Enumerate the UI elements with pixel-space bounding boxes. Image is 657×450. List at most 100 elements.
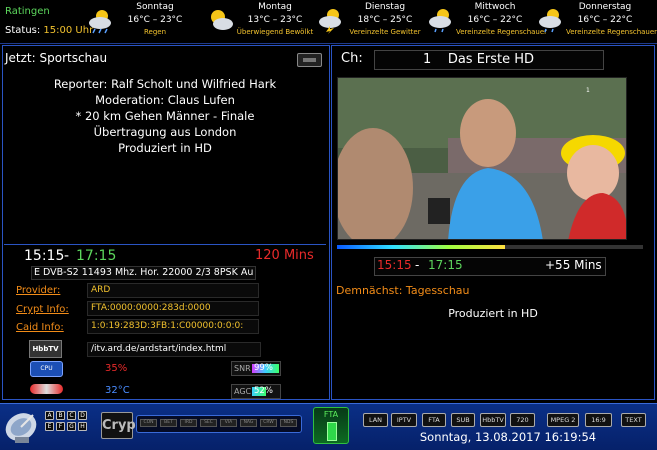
resolution-badge: 720: [510, 413, 535, 427]
forecast-desc: Vereinzelte Gewitter: [349, 28, 421, 36]
agc-label: AGC: [234, 387, 252, 396]
hbbtv-url: /itv.ard.de/ardstart/index.html: [87, 342, 261, 357]
ca-letter-f: F: [56, 422, 65, 431]
event-time-dash: -: [64, 248, 70, 264]
next-end-time: 17:15: [428, 258, 463, 272]
hbbtv-icon: HbbTV: [29, 340, 62, 358]
partly-cloudy-icon: [211, 10, 233, 30]
video-frame: 1: [338, 78, 626, 239]
event-progress-fill: [337, 245, 506, 249]
description-line: Moderation: Claus Lufen: [95, 93, 235, 107]
description-line: Reporter: Ralf Scholt und Wilfried Hark: [53, 77, 277, 91]
ca-system: NDS: [280, 419, 297, 427]
thermometer-icon: [30, 384, 63, 394]
shower-cloud-icon: [539, 9, 561, 33]
mpeg-badge: MPEG 2: [547, 413, 579, 427]
agc-meter: AGC 52%: [231, 384, 281, 399]
snr-label: SNR: [234, 364, 251, 373]
ca-letter-b: B: [56, 411, 65, 420]
forecast-day-name: Mittwoch: [474, 2, 516, 12]
ca-system: CRW: [260, 419, 277, 427]
record-icon[interactable]: [297, 53, 322, 67]
forecast-temp: 18°C – 25°C: [357, 15, 413, 25]
date-time: Sonntag, 13.08.2017 16:19:54: [419, 430, 597, 444]
now-playing-title: Jetzt: Sportschau: [5, 51, 108, 65]
divider: [4, 244, 326, 245]
transponder-info: E DVB-S2 11493 Mhz. Hor. 22000 2/3 8PSK …: [31, 266, 256, 280]
ca-letter-d: D: [78, 411, 87, 420]
ca-system: IRD: [180, 419, 197, 427]
ca-letter-g: G: [67, 422, 76, 431]
satellite-dish-icon: [5, 413, 37, 443]
provider-value: ARD: [87, 283, 259, 298]
fta-indicator: FTA: [313, 407, 349, 444]
event-start-time: 15:15: [24, 248, 65, 264]
forecast-desc: Vereinzelte Regenschauer: [456, 28, 548, 36]
cpu-usage: 35%: [105, 363, 128, 374]
crypt-info-value: FTA:0000:0000:283d:0000: [87, 301, 259, 316]
next-start-time: 15:15: [377, 258, 412, 272]
thunder-cloud-icon: [319, 9, 341, 34]
ca-letter-h: H: [78, 422, 87, 431]
coming-next-title: Demnächst: Tagesschau: [336, 284, 470, 297]
ca-system: CON: [140, 419, 157, 427]
weather-status: Status: 15:00 Uhr: [5, 25, 93, 36]
channel-name-box[interactable]: 1 Das Erste HD: [374, 50, 604, 70]
rain-cloud-icon: [89, 10, 111, 34]
forecast-temp: 16°C – 23°C: [127, 15, 183, 25]
remaining-time: +55 Mins: [545, 258, 602, 272]
ca-system: VIA: [220, 419, 237, 427]
subtitle-badge: SUB: [451, 413, 475, 427]
forecast-day-name: Dienstag: [364, 2, 406, 12]
video-preview[interactable]: 1: [337, 77, 627, 240]
forecast-desc: Regen: [143, 28, 167, 36]
ca-letter-a: A: [45, 411, 54, 420]
agc-value: 52%: [254, 386, 273, 396]
forecast-day-name: Montag: [258, 2, 292, 12]
next-time-dash: -: [415, 258, 420, 272]
channel-number: 1: [423, 52, 432, 67]
channel-logo-overlay: 1: [586, 87, 590, 94]
event-description: Reporter: Ralf Scholt und Wilfried Hark …: [10, 76, 320, 156]
channel-label: Ch:: [341, 51, 363, 66]
status-label: Status:: [5, 25, 41, 36]
forecast-temp: 16°C – 22°C: [467, 15, 523, 25]
forecast-temp: 13°C – 23°C: [247, 15, 303, 25]
fta-badge: FTA: [422, 413, 446, 427]
iptv-badge: IPTV: [391, 413, 417, 427]
fta-bar: [327, 422, 337, 441]
ca-letter-e: E: [45, 422, 54, 431]
temperature-value: 32°C: [105, 385, 130, 396]
cpu-icon: CPU: [30, 361, 63, 377]
caid-info-label: Caid Info:: [16, 322, 64, 333]
event-progress-bar: [337, 245, 643, 249]
forecast-day-name: Donnerstag: [578, 2, 632, 12]
weather-header: Ratingen Status: 15:00 Uhr Sonntag 16°C …: [0, 0, 657, 44]
snr-meter: SNR 99%: [231, 361, 281, 376]
forecast-day-name: Sonntag: [136, 2, 174, 12]
forecast-day: Donnerstag 16°C – 22°C Vereinzelte Regen…: [536, 1, 657, 41]
lan-badge: LAN: [363, 413, 388, 427]
description-line: * 20 km Gehen Männer - Finale: [75, 109, 255, 123]
forecast-day: Dienstag 18°C – 25°C Vereinzelte Gewitte…: [316, 1, 424, 41]
forecast-temp: 16°C – 22°C: [577, 15, 633, 25]
fta-label: FTA: [323, 410, 339, 419]
crypt-info-label: Crypt Info:: [16, 304, 69, 315]
ca-letter-c: C: [67, 411, 76, 420]
caid-info-value: 1:0:19:283D:3FB:1:C00000:0:0:0:: [87, 319, 259, 334]
crypt-indicator: Crypt: [101, 412, 142, 439]
forecast-day: Sonntag 16°C – 23°C Regen: [86, 1, 194, 41]
provider-label: Provider:: [16, 285, 61, 296]
teletext-badge: TEXT: [621, 413, 646, 427]
aspect-ratio-badge: 16:9: [585, 413, 612, 427]
event-length: 120 Mins: [255, 248, 314, 263]
forecast-day: Mittwoch 16°C – 22°C Vereinzelte Regensc…: [426, 1, 548, 41]
weather-city: Ratingen: [5, 6, 50, 17]
ca-system: BET: [160, 419, 177, 427]
event-end-time: 17:15: [76, 248, 117, 264]
channel-name: Das Erste HD: [447, 52, 535, 67]
shower-cloud-icon: [429, 9, 451, 33]
hbbtv-badge: HbbTV: [480, 413, 506, 427]
ca-system: NAG: [240, 419, 257, 427]
forecast-desc: Überwiegend Bewölkt: [236, 28, 314, 36]
